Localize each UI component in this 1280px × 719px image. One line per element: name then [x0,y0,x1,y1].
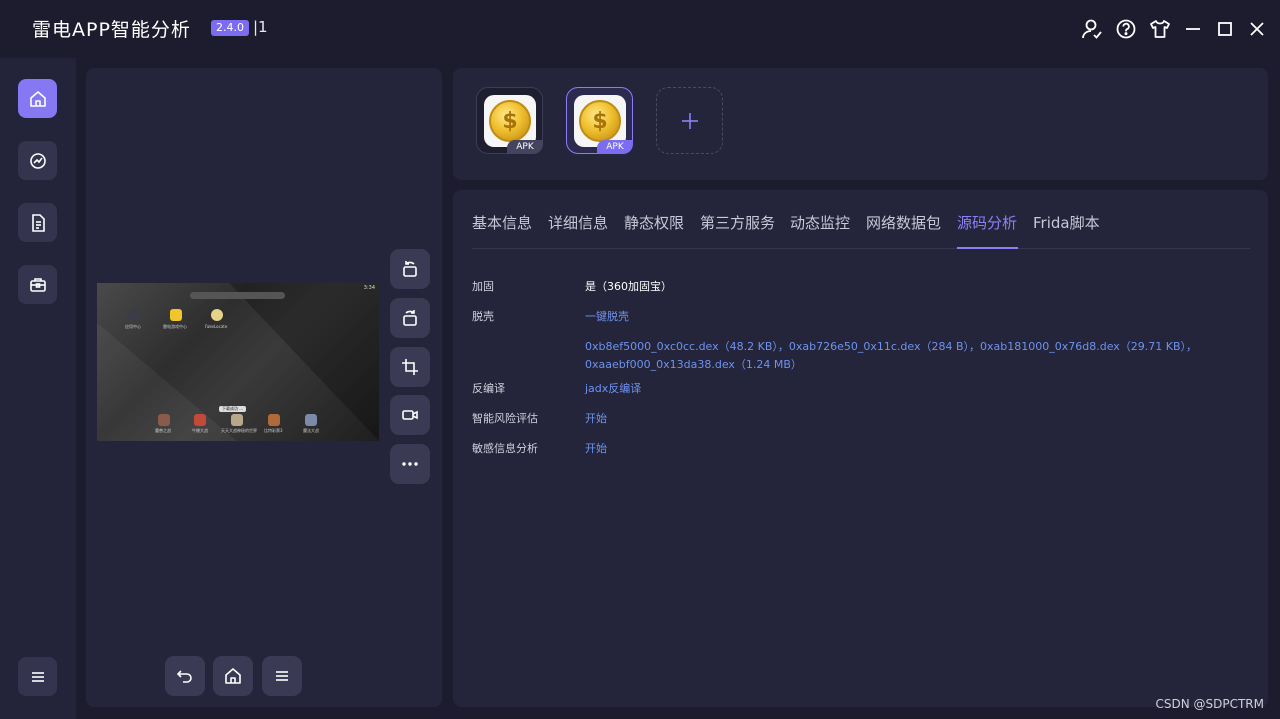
version-badge: 2.4.0 [211,20,249,36]
screen-status-time: 3:34 [363,285,375,291]
coin-icon: $ [489,100,531,142]
back-button[interactable] [165,656,205,696]
screen-toast: 下载成功 ... [219,406,247,412]
crop-button[interactable] [390,347,430,387]
packing-label: 加固 [472,280,494,293]
screen-dock-label: 比特彩票3 [264,428,283,433]
rotate-left-icon [403,261,417,277]
app-title: 雷电APP智能分析 [32,19,191,41]
more-button[interactable] [390,444,430,484]
more-icon [402,462,418,466]
screen-dock-label: 天天大战神秘的世界 [221,428,257,433]
shirt-icon[interactable] [1148,17,1172,41]
risk-assessment-start-link[interactable]: 开始 [585,410,607,426]
device-menu-button[interactable] [262,656,302,696]
menu-icon [276,671,288,681]
nav-document-button[interactable] [18,203,57,242]
title-bar: 雷电APP智能分析 2.4.0 |1 [0,0,1280,58]
minimize-icon[interactable] [1181,17,1205,41]
tab-dynamic-monitor[interactable]: 动态监控 [790,212,850,233]
apk-tag: APK [507,140,543,154]
tab-detail-info[interactable]: 详细信息 [548,212,608,233]
screen-dock-icon [231,414,243,426]
rotate-left-button[interactable] [390,249,430,289]
tab-basic-info[interactable]: 基本信息 [472,212,532,233]
close-icon[interactable] [1245,17,1269,41]
watermark: CSDN @SDPCTRM [1155,697,1264,711]
screen-app-icon [128,309,140,321]
tab-frida-script[interactable]: Frida脚本 [1033,212,1100,233]
dex-files-line-1[interactable]: 0xb8ef5000_0xc0cc.dex（48.2 KB），0xab726e5… [585,338,1197,354]
coin-icon: $ [579,100,621,142]
record-icon [402,410,418,420]
nav-menu-button[interactable] [18,657,57,696]
rotate-right-icon [403,310,417,326]
nav-analytics-button[interactable] [18,141,57,180]
unpack-link[interactable]: 一键脱壳 [585,308,629,324]
active-tab-indicator [957,247,1018,249]
user-check-icon[interactable] [1080,17,1104,41]
version-suffix: |1 [253,18,268,36]
help-icon[interactable] [1114,17,1138,41]
sensitive-info-start-link[interactable]: 开始 [585,440,607,456]
tab-static-permissions[interactable]: 静态权限 [624,212,684,233]
tab-third-party-services[interactable]: 第三方服务 [700,212,775,233]
home-icon [29,90,46,107]
document-icon [31,213,45,232]
tab-source-analysis[interactable]: 源码分析 [957,212,1017,233]
device-home-button[interactable] [213,656,253,696]
dex-files-line-2[interactable]: 0xaaebf000_0x13da38.dex（1.24 MB） [585,356,802,372]
apk-card-selected[interactable]: $ APK [566,87,633,154]
maximize-icon[interactable] [1213,17,1237,41]
screen-dock-label: 魔兽之战 [155,428,171,433]
screen-dock-icon [305,414,317,426]
home-icon [225,668,241,684]
screen-dock-icon [158,414,170,426]
screen-dock-icon [268,414,280,426]
nav-home-button[interactable] [18,79,57,118]
apk-tag: APK [597,140,633,154]
unpack-label: 脱壳 [472,310,494,323]
toolbox-icon [29,277,46,292]
screen-app-icon [170,309,182,321]
screen-dock-label: 牛棚大战 [192,428,208,433]
analytics-icon [29,152,46,169]
decompile-label: 反编译 [472,382,505,395]
apk-card[interactable]: $ APK [476,87,543,154]
tab-network-packets[interactable]: 网络数据包 [866,212,941,233]
screen-app-label: 雷电游戏中心 [163,324,187,329]
detail-panel [453,190,1268,707]
add-apk-button[interactable] [656,87,723,154]
screen-search-bar [190,292,285,299]
wallpaper-shape [229,283,379,441]
left-nav [0,58,76,719]
record-button[interactable] [390,395,430,435]
nav-toolbox-button[interactable] [18,265,57,304]
screen-dock-label: 魔法大战 [303,428,319,433]
tab-divider [472,248,1250,249]
screen-app-icon [211,309,223,321]
decompile-link[interactable]: jadx反编译 [585,380,641,396]
screen-dock-icon [194,414,206,426]
menu-icon [31,671,44,682]
screen-app-label: FakeLocate [205,324,228,329]
rotate-right-button[interactable] [390,298,430,338]
screen-app-label: 应用中心 [125,324,141,329]
plus-icon [681,112,698,129]
risk-assessment-label: 智能风险评估 [472,412,538,425]
sensitive-info-label: 敏感信息分析 [472,442,538,455]
packing-value: 是（360加固宝） [585,280,672,293]
emulator-screen[interactable]: 3:34 应用中心 雷电游戏中心 FakeLocate 下载成功 ... 魔兽之… [97,283,379,441]
back-icon [176,670,192,683]
crop-icon [402,359,418,375]
